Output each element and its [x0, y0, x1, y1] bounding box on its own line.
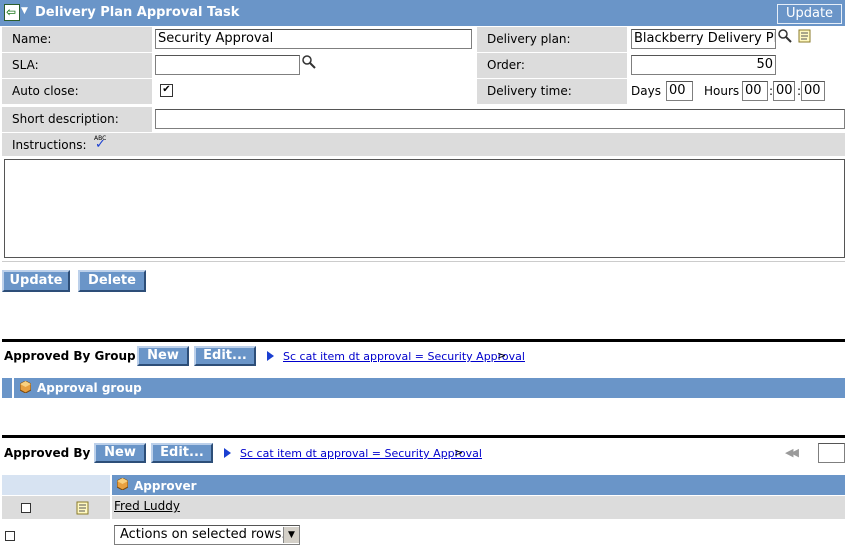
delivery-plan-input[interactable]: Blackberry Delivery Pla: [631, 29, 776, 49]
actions-select-label: Actions on selected rows...: [120, 527, 294, 542]
column-cube-icon: [117, 478, 128, 490]
reference-info-icon[interactable]: [798, 29, 811, 43]
divider: [2, 261, 845, 262]
section-divider: [2, 435, 845, 438]
instructions-textarea[interactable]: [4, 159, 845, 258]
chevron-down-icon[interactable]: ▼: [283, 527, 299, 543]
row-checkbox[interactable]: [21, 503, 31, 513]
approval-group-column[interactable]: Approval group: [37, 381, 142, 395]
hours-input[interactable]: 00: [742, 81, 768, 101]
section-divider: [2, 339, 845, 342]
chevron-down-icon[interactable]: ▼: [21, 4, 30, 19]
select-all-checkbox[interactable]: [5, 531, 15, 541]
days-input[interactable]: 00: [666, 81, 693, 101]
name-input[interactable]: Security Approval: [155, 29, 472, 49]
page-number-input[interactable]: [818, 443, 845, 463]
approver-column[interactable]: Approver: [134, 479, 197, 493]
title-bar: ⇦ ▼ Delivery Plan Approval Task Update: [0, 0, 845, 26]
reference-info-icon[interactable]: [76, 501, 89, 515]
breadcrumb-arrow-icon: [224, 448, 231, 458]
minutes-input[interactable]: 00: [773, 81, 795, 101]
column-cube-icon: [20, 381, 31, 393]
sla-label: SLA:: [2, 53, 152, 78]
group-edit-button[interactable]: Edit...: [194, 346, 256, 366]
approval-group-header: Approval group: [2, 378, 845, 398]
actions-select[interactable]: Actions on selected rows...: [114, 525, 300, 545]
auto-close-label: Auto close:: [2, 79, 152, 104]
breadcrumb-separator: >: [454, 446, 464, 459]
group-new-button[interactable]: New: [137, 346, 189, 366]
group-breadcrumb-link[interactable]: Sc cat item dt approval = Security Appro…: [283, 350, 525, 363]
approved-by-title: Approved By: [4, 446, 91, 460]
breadcrumb-separator: >: [497, 349, 507, 362]
search-icon[interactable]: [778, 29, 792, 43]
instructions-label-bar: Instructions:: [2, 133, 845, 156]
approver-new-button[interactable]: New: [94, 443, 146, 463]
auto-close-checkbox[interactable]: ✔: [160, 84, 173, 97]
hours-label: Hours: [704, 84, 740, 98]
delivery-plan-label: Delivery plan:: [477, 27, 627, 52]
first-page-icon[interactable]: ◀◀: [785, 446, 799, 459]
update-button[interactable]: Update: [2, 270, 70, 292]
approver-header: Approver: [112, 475, 845, 495]
approver-edit-button[interactable]: Edit...: [151, 443, 213, 463]
approved-by-group-title: Approved By Group: [4, 349, 136, 363]
delivery-time-label: Delivery time:: [477, 79, 627, 104]
header-spacer: [2, 475, 110, 495]
breadcrumb-arrow-icon: [267, 351, 274, 361]
update-button-top[interactable]: Update: [777, 4, 842, 24]
table-row: Fred Luddy: [2, 496, 845, 519]
seconds-input[interactable]: 00: [801, 81, 825, 101]
days-label: Days: [631, 84, 661, 98]
short-description-label: Short description:: [2, 107, 152, 132]
instructions-label: Instructions:: [12, 138, 87, 152]
order-label: Order:: [477, 53, 627, 78]
short-description-input[interactable]: [155, 109, 845, 129]
name-label: Name:: [2, 27, 152, 52]
back-arrow-icon: ⇦: [6, 5, 17, 19]
spell-check-icon[interactable]: ABC ✓: [93, 135, 109, 152]
page-title: Delivery Plan Approval Task: [35, 5, 240, 20]
back-button[interactable]: ⇦: [4, 4, 20, 21]
approver-breadcrumb-link[interactable]: Sc cat item dt approval = Security Appro…: [240, 447, 482, 460]
approver-link[interactable]: Fred Luddy: [114, 499, 180, 513]
delete-button[interactable]: Delete: [78, 270, 146, 292]
search-icon[interactable]: [302, 55, 316, 69]
order-input[interactable]: 50: [631, 55, 776, 75]
sla-input[interactable]: [155, 55, 300, 75]
